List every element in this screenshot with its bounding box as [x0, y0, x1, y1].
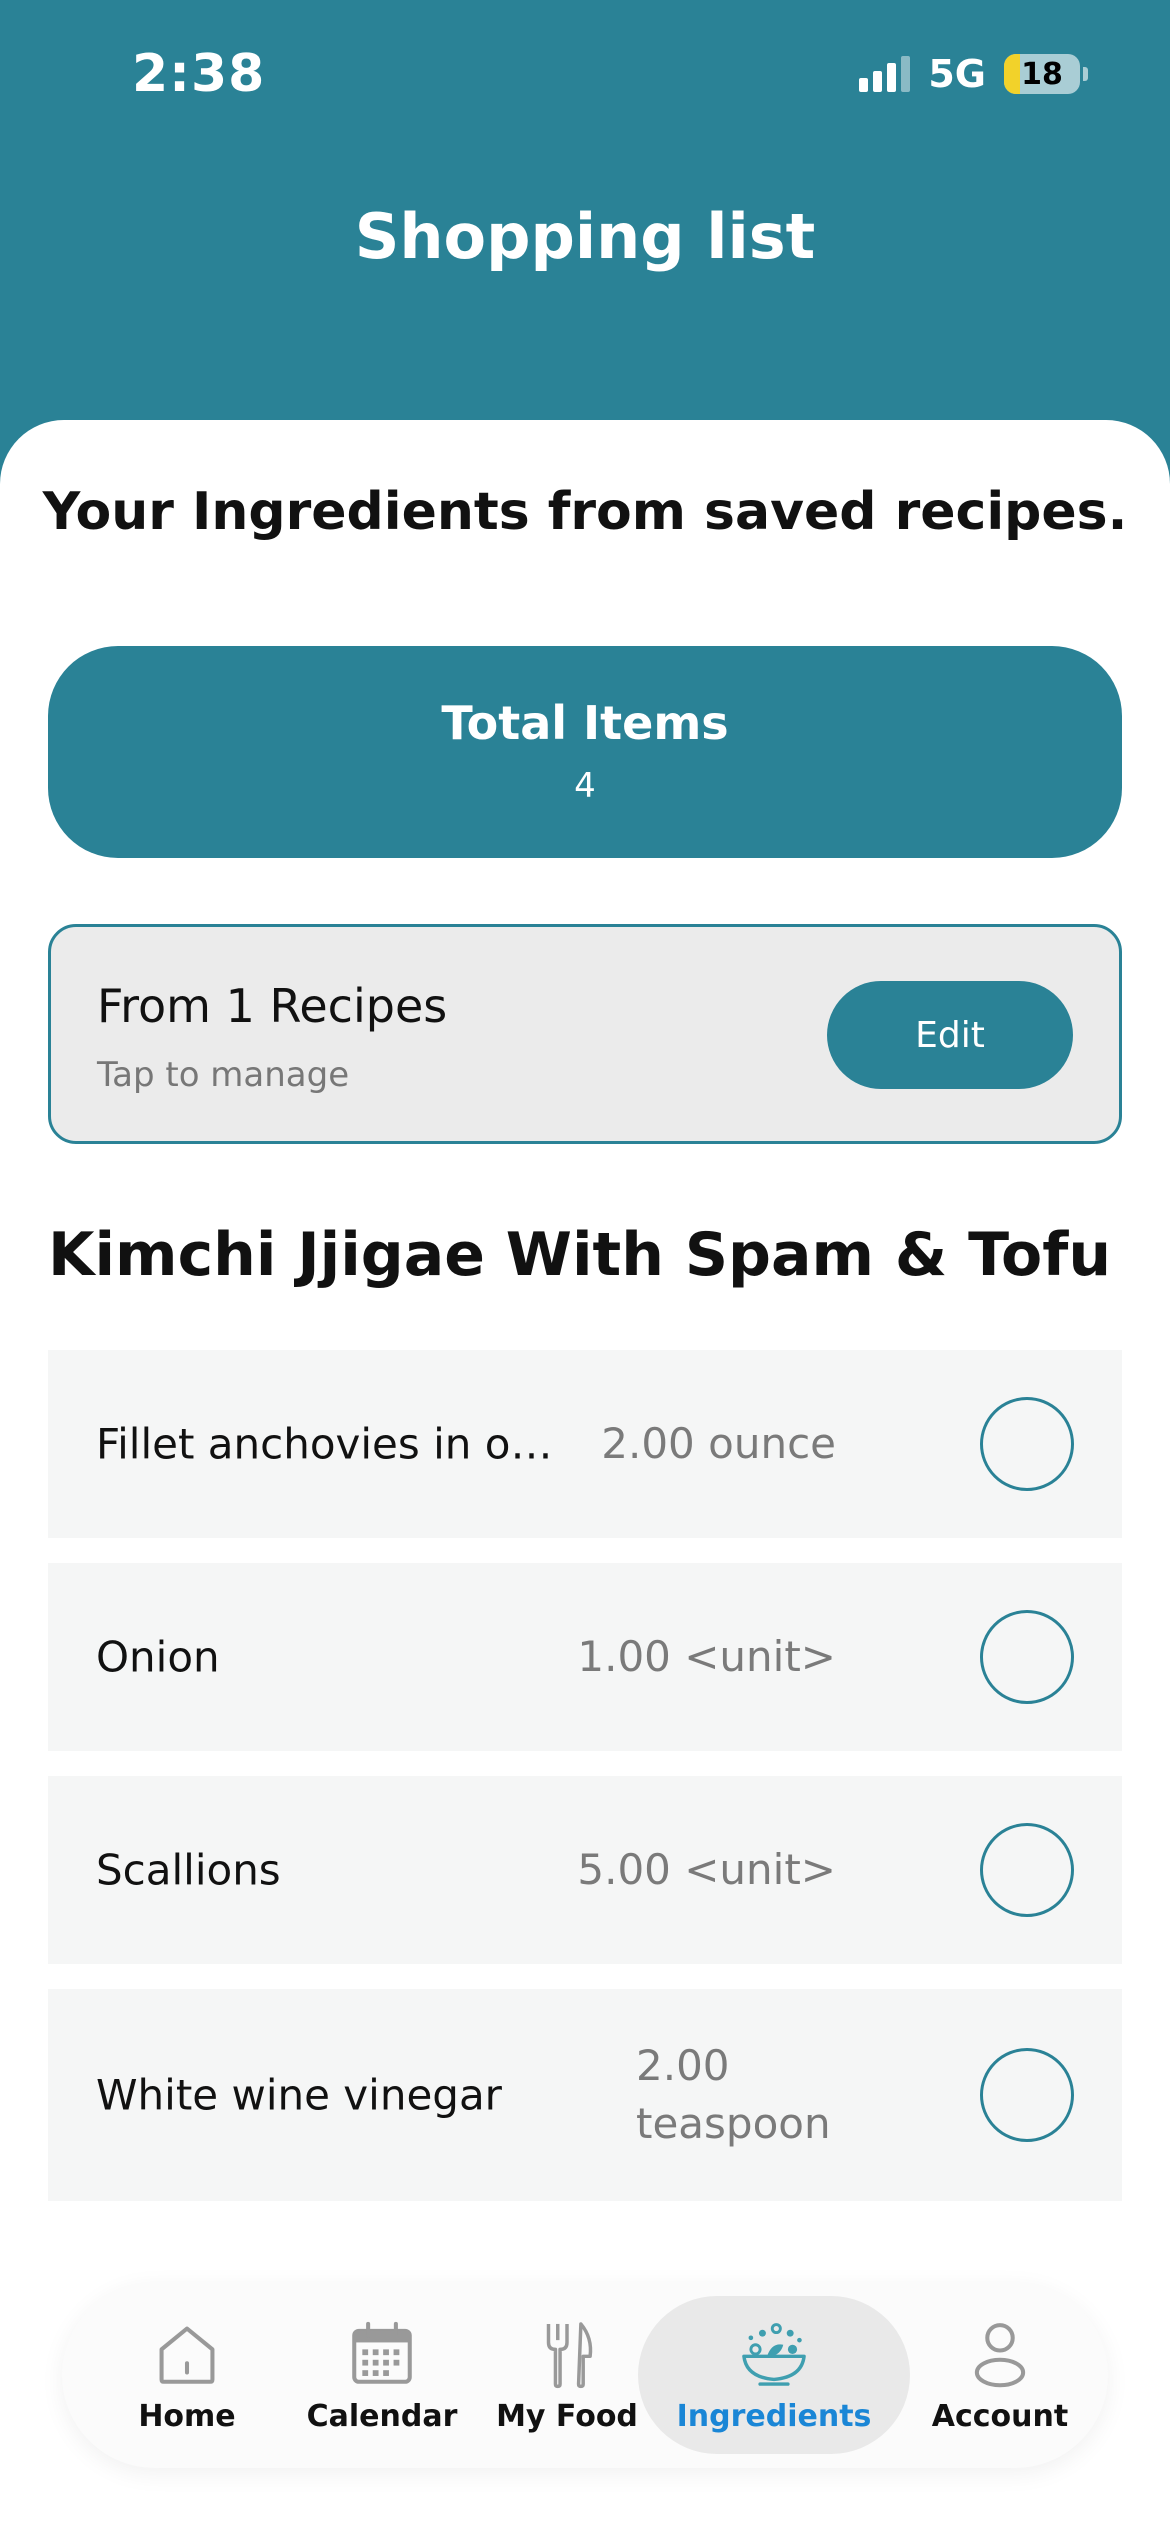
calendar-icon [352, 2321, 412, 2384]
tab-label: Account [931, 2398, 1069, 2434]
total-items-label: Total Items [441, 696, 729, 750]
person-icon [974, 2322, 1026, 2387]
page-title: Shopping list [354, 200, 816, 273]
salad-bowl-icon [742, 2322, 806, 2386]
fork-knife-icon [546, 2321, 593, 2388]
battery-icon: 18 [1004, 54, 1080, 94]
tab-label: My Food [496, 2398, 638, 2434]
ingredient-name: White wine vinegar [96, 2070, 502, 2120]
ingredient-checkbox[interactable] [980, 1397, 1074, 1491]
tab-calendar[interactable]: Calendar [282, 2282, 482, 2468]
ingredient-row[interactable]: White wine vinegar 2.00 teaspoon [48, 1989, 1122, 2201]
ingredient-row[interactable]: Onion 1.00 <unit> [48, 1563, 1122, 1751]
recipes-summary-card[interactable]: From 1 Recipes Tap to manage Edit [48, 924, 1122, 1144]
network-type: 5G [928, 52, 986, 96]
status-indicators: 5G 18 [859, 52, 1088, 96]
bottom-tab-bar: Home Calendar My Food Ingredients Accoun… [62, 2282, 1108, 2468]
page-subtitle: Your Ingredients from saved recipes. [42, 482, 1128, 542]
status-bar: 2:38 5G 18 [0, 0, 1170, 150]
tab-ingredients[interactable]: Ingredients [638, 2296, 910, 2454]
tab-label: Home [138, 2398, 236, 2434]
ingredient-name: Onion [96, 1632, 220, 1682]
ingredient-name: Scallions [96, 1845, 281, 1895]
battery-level: 18 [1021, 56, 1063, 92]
ingredient-row[interactable]: Scallions 5.00 <unit> [48, 1776, 1122, 1964]
signal-icon [859, 56, 911, 92]
recipes-hint: Tap to manage [97, 1055, 350, 1095]
tab-my-food[interactable]: My Food [482, 2282, 652, 2468]
ingredient-quantity: 5.00 <unit> [577, 1845, 836, 1894]
total-items-card: Total Items 4 [48, 646, 1122, 858]
tab-label: Ingredients [676, 2398, 872, 2434]
recipe-title: Kimchi Jjigae With Spam & Tofu [48, 1220, 1112, 1290]
tab-account[interactable]: Account [910, 2282, 1090, 2468]
ingredient-quantity: 1.00 <unit> [577, 1632, 836, 1681]
ingredient-quantity: 2.00 ounce [601, 1419, 836, 1468]
tab-label: Calendar [306, 2398, 458, 2434]
home-icon [159, 2326, 215, 2384]
ingredient-quantity: 2.00 teaspoon [636, 2041, 831, 2148]
ingredient-name: Fillet anchovies in oli… [96, 1419, 556, 1469]
edit-button[interactable]: Edit [827, 981, 1073, 1089]
ingredient-checkbox[interactable] [980, 2048, 1074, 2142]
ingredient-checkbox[interactable] [980, 1823, 1074, 1917]
content-sheet: Your Ingredients from saved recipes. Tot… [0, 420, 1170, 2532]
ingredient-row[interactable]: Fillet anchovies in oli… 2.00 ounce [48, 1350, 1122, 1538]
ingredient-checkbox[interactable] [980, 1610, 1074, 1704]
recipes-count-label: From 1 Recipes [97, 979, 448, 1033]
total-items-count: 4 [574, 766, 596, 806]
tab-home[interactable]: Home [102, 2282, 272, 2468]
status-time: 2:38 [132, 44, 266, 104]
